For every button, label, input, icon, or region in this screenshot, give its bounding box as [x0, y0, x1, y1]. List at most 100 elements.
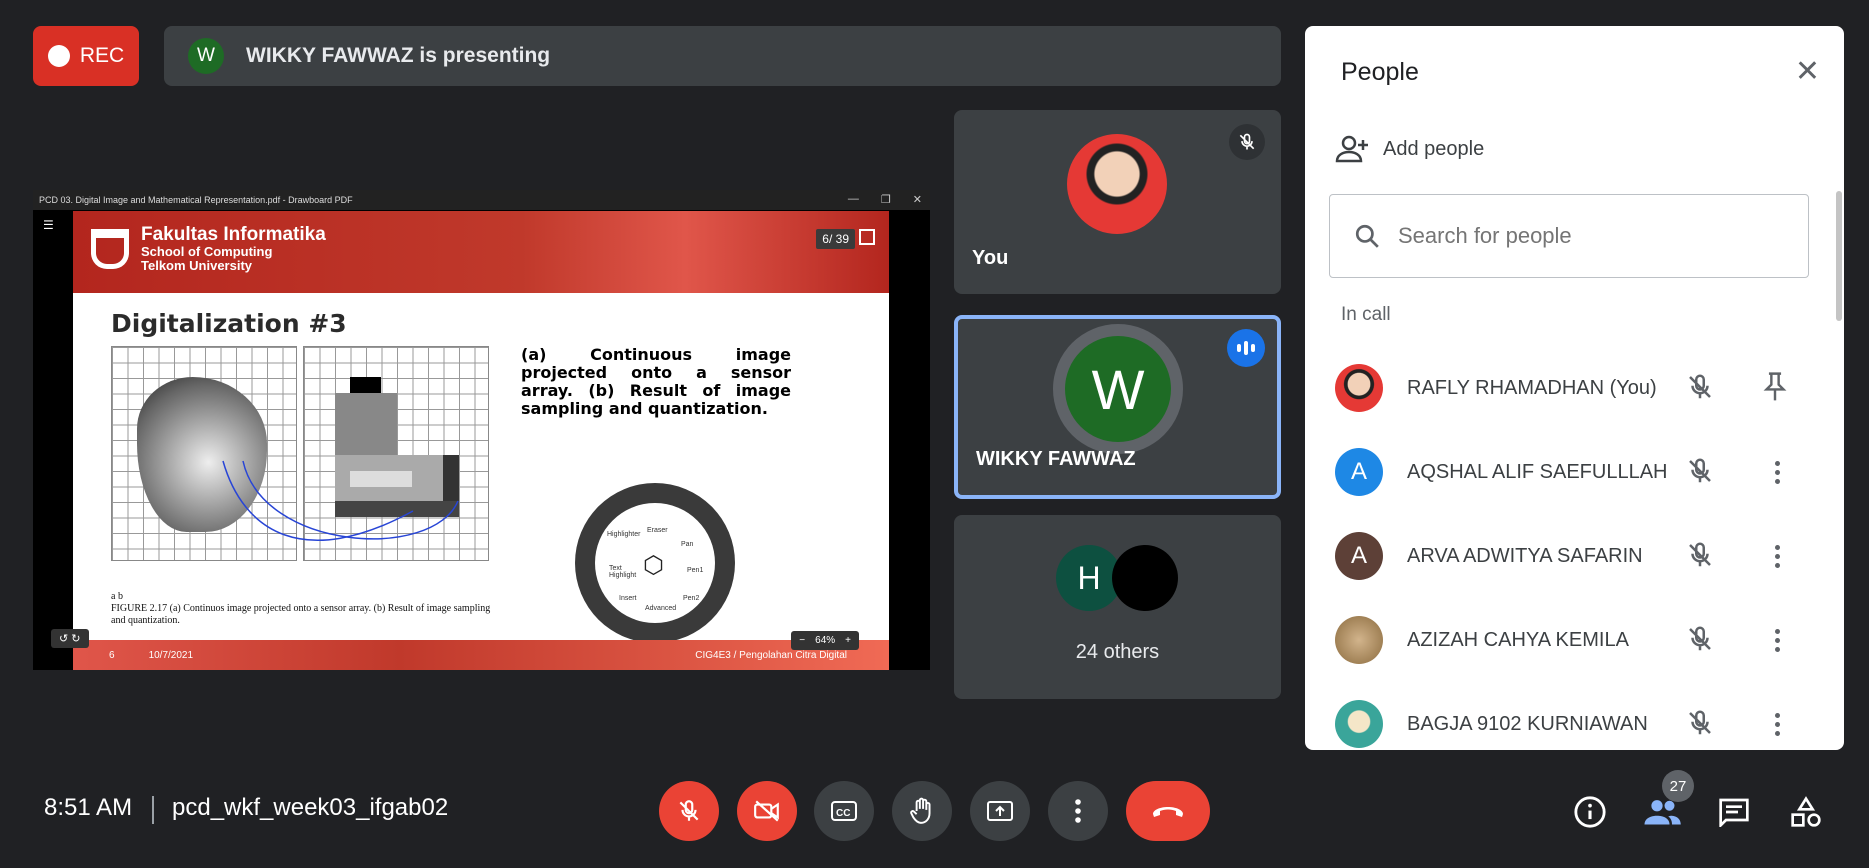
add-person-icon [1335, 135, 1368, 163]
hamburger-icon: ☰ [43, 218, 54, 232]
mic-off-icon [1685, 372, 1715, 407]
participant-name: RAFLY RHAMADHAN (You) [1407, 376, 1657, 399]
presenter-avatar: W [188, 38, 224, 74]
participant-name: AZIZAH CAHYA KEMILA [1407, 628, 1629, 651]
search-box[interactable] [1329, 194, 1809, 278]
close-panel-button[interactable]: ✕ [1795, 54, 1820, 89]
presentation-slide: Fakultas Informatika School of Computing… [73, 211, 889, 670]
tile-wikky[interactable]: W WIKKY FAWWAZ [954, 315, 1281, 499]
mic-off-icon [679, 800, 699, 821]
participant-row[interactable]: A ARVA ADWITYA SAFARIN [1305, 514, 1844, 598]
shared-window-title: PCD 03. Digital Image and Mathematical R… [39, 195, 353, 205]
wikky-avatar: W [1065, 336, 1171, 442]
participant-row[interactable]: RAFLY RHAMADHAN (You) [1305, 346, 1844, 430]
others-count-label: 24 others [1075, 641, 1160, 663]
recording-badge[interactable]: REC [33, 26, 139, 86]
participant-list: RAFLY RHAMADHAN (You) A AQSHAL ALIF SAEF… [1305, 346, 1844, 750]
participant-avatar [1335, 364, 1383, 412]
info-icon [1574, 796, 1606, 828]
chat-button[interactable] [1712, 790, 1756, 834]
participant-row[interactable]: BAGJA 9102 KURNIAWAN [1305, 682, 1844, 750]
more-options-icon[interactable] [1762, 706, 1792, 742]
zoom-out-icon: − [799, 635, 806, 646]
blue-annotation-ink [222, 460, 459, 541]
in-call-heading: In call [1341, 304, 1391, 325]
speaking-ring: W [1053, 324, 1183, 454]
search-icon [1355, 224, 1379, 248]
captions-button[interactable]: CC [814, 781, 874, 841]
participant-avatar [1335, 700, 1383, 748]
clock: 8:51 AM [44, 794, 133, 821]
participant-avatar: A [1335, 448, 1383, 496]
record-dot-icon [47, 45, 70, 67]
participant-row[interactable]: A AQSHAL ALIF SAEFULLLAH [1305, 430, 1844, 514]
panel-title: People [1341, 58, 1419, 86]
tool-wheel-inner: Highlighter Eraser Pan Text Highlight Pe… [595, 503, 715, 623]
meeting-code: pcd_wkf_week03_ifgab02 [172, 794, 449, 821]
page-indicator: 6/ 39 [816, 229, 855, 249]
rec-label: REC [79, 44, 125, 67]
others-avatar-stack: H [1056, 545, 1186, 613]
mic-toggle-button[interactable] [659, 781, 719, 841]
drawboard-tool-wheel: Highlighter Eraser Pan Text Highlight Pe… [575, 483, 735, 643]
present-screen-icon [987, 801, 1013, 821]
camera-toggle-button[interactable] [737, 781, 797, 841]
more-options-button[interactable] [1048, 781, 1108, 841]
zoom-control: − 64% + [791, 631, 859, 650]
participant-name: AQSHAL ALIF SAEFULLLAH [1407, 460, 1668, 483]
more-options-icon[interactable] [1762, 454, 1792, 490]
panel-scrollbar[interactable] [1836, 191, 1842, 321]
add-people-button[interactable]: Add people [1335, 134, 1484, 164]
minimize-icon: — [847, 193, 859, 205]
zoom-level: 64% [815, 635, 836, 646]
tile-others[interactable]: H 24 others [954, 515, 1281, 699]
participant-name: ARVA ADWITYA SAFARIN [1407, 544, 1643, 567]
meeting-details-button[interactable] [1568, 790, 1612, 834]
mic-off-icon [1685, 456, 1715, 491]
hexagon-icon: ⬡ [643, 552, 664, 579]
mic-off-icon [1685, 624, 1715, 659]
add-people-label: Add people [1383, 137, 1485, 160]
presenting-banner: W WIKKY FAWWAZ is presenting [164, 26, 1281, 86]
participant-name: BAGJA 9102 KURNIAWAN [1407, 712, 1648, 735]
faculty-name: Fakultas Informatika School of Computing… [141, 224, 326, 273]
telkom-logo [91, 229, 129, 269]
divider [152, 796, 154, 824]
more-vert-icon [1075, 799, 1081, 823]
raise-hand-button[interactable] [892, 781, 952, 841]
search-input[interactable] [1398, 223, 1778, 249]
closed-captions-icon: CC [831, 801, 857, 821]
figure-caption: a b FIGURE 2.17 (a) Continuos image proj… [111, 591, 491, 626]
zoom-in-icon: + [845, 635, 851, 646]
slide-heading: Digitalization #3 [111, 309, 347, 338]
window-controls: — ❐ ✕ [848, 193, 922, 206]
people-panel: People ✕ Add people In call RAFLY RHAMAD… [1305, 26, 1844, 750]
pin-icon[interactable] [1760, 370, 1790, 409]
activities-button[interactable] [1784, 790, 1828, 834]
presenting-text: WIKKY FAWWAZ is presenting [246, 44, 551, 67]
close-icon: ✕ [912, 194, 922, 206]
hang-up-icon [1153, 807, 1183, 817]
people-count-badge: 27 [1662, 770, 1694, 802]
mic-off-icon [1685, 708, 1715, 743]
shared-window-titlebar: PCD 03. Digital Image and Mathematical R… [33, 190, 930, 210]
more-options-icon[interactable] [1762, 622, 1792, 658]
present-now-button[interactable] [970, 781, 1030, 841]
participant-avatar [1335, 616, 1383, 664]
tile-name: You [972, 247, 1009, 269]
camera-off-icon [754, 800, 779, 822]
restore-icon: ❐ [880, 194, 891, 206]
chat-icon [1719, 798, 1749, 827]
mic-off-icon [1685, 540, 1715, 575]
undo-redo-control: ↺ ↻ [51, 629, 89, 648]
tile-name: WIKKY FAWWAZ [976, 448, 1136, 470]
svg-text:CC: CC [836, 808, 850, 819]
speaking-indicator-icon [1227, 329, 1265, 367]
slide-caption: (a) Continuous image projected onto a se… [521, 345, 791, 418]
tile-you[interactable]: You [954, 110, 1281, 294]
leave-call-button[interactable] [1126, 781, 1210, 841]
more-options-icon[interactable] [1762, 538, 1792, 574]
participant-avatar: A [1335, 532, 1383, 580]
others-avatar-black [1112, 545, 1178, 611]
participant-row[interactable]: AZIZAH CAHYA KEMILA [1305, 598, 1844, 682]
